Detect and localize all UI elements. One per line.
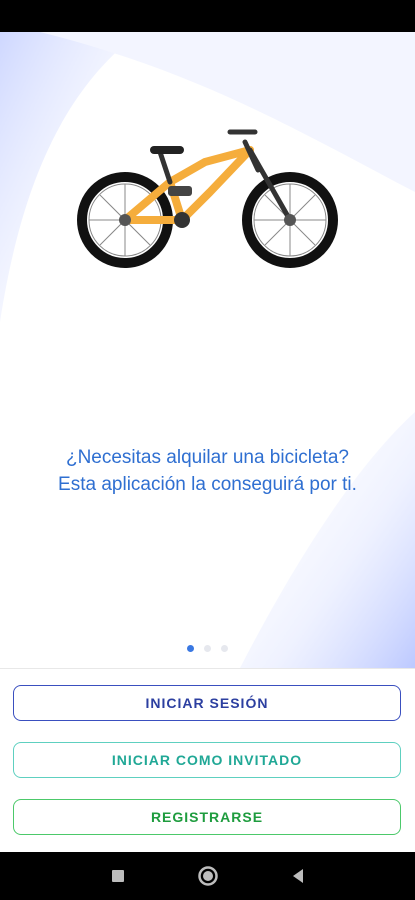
mountain-bike-icon <box>77 129 338 268</box>
page-dot-2[interactable] <box>204 645 211 652</box>
circle-icon[interactable] <box>197 865 219 887</box>
square-icon[interactable] <box>107 865 129 887</box>
triangle-back-icon[interactable] <box>287 865 309 887</box>
tagline-line-1: ¿Necesitas alquilar una bicicleta? <box>65 447 350 468</box>
tagline-line-2: Esta aplicación la conseguirá por ti. <box>58 474 357 495</box>
login-button[interactable]: INICIAR SESIÓN <box>13 685 401 721</box>
guest-login-button[interactable]: INICIAR COMO INVITADO <box>13 742 401 778</box>
tagline: ¿Necesitas alquilar una bicicleta? Esta … <box>0 444 415 498</box>
status-bar <box>0 0 415 32</box>
onboarding-carousel[interactable]: ¿Necesitas alquilar una bicicleta? Esta … <box>0 32 415 668</box>
page-indicator <box>0 645 415 652</box>
page-dot-1[interactable] <box>187 645 194 652</box>
page-dot-3[interactable] <box>221 645 228 652</box>
system-navigation-bar <box>0 852 415 900</box>
register-button[interactable]: REGISTRARSE <box>13 799 401 835</box>
divider <box>0 668 415 669</box>
